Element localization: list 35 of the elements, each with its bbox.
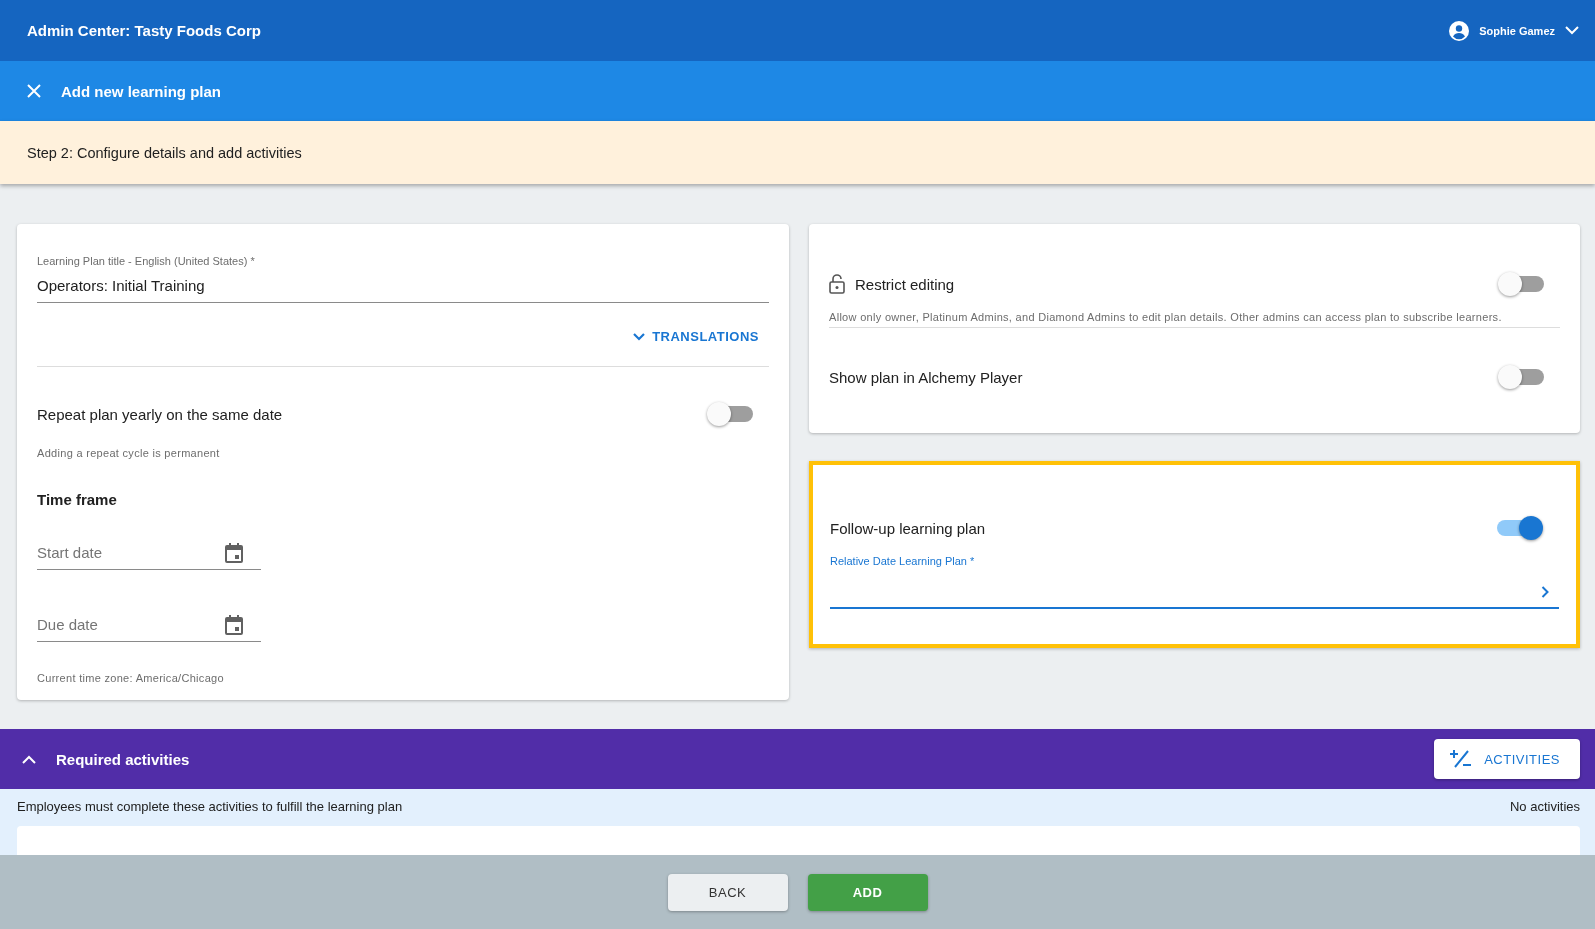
restrict-editing-label: Restrict editing xyxy=(855,275,955,293)
relative-date-plan-field[interactable]: Relative Date Learning Plan * xyxy=(830,555,1559,609)
calendar-icon[interactable] xyxy=(225,543,243,563)
translations-link[interactable]: TRANSLATIONS xyxy=(632,329,759,344)
add-button[interactable]: ADD xyxy=(807,873,928,911)
step-text: Step 2: Configure details and add activities xyxy=(27,144,302,161)
chevron-down-icon xyxy=(632,331,647,342)
timezone-text: Current time zone: America/Chicago xyxy=(37,672,225,684)
time-frame-heading: Time frame xyxy=(37,491,118,508)
show-plan-label: Show plan in Alchemy Player xyxy=(829,368,1023,386)
account-icon xyxy=(1449,20,1470,41)
calendar-icon[interactable] xyxy=(225,615,243,635)
chevron-up-icon[interactable] xyxy=(22,754,36,764)
restrict-editing-hint: Allow only owner, Platinum Admins, and Diamond Admins to edit plan details. Other admins can access plan to subscribe learners. xyxy=(829,311,1560,328)
chevron-down-icon xyxy=(1565,26,1579,35)
follow-up-label: Follow-up learning plan xyxy=(830,519,986,537)
toggle-switch[interactable] xyxy=(1498,271,1544,297)
lock-icon xyxy=(829,274,845,294)
user-menu[interactable]: Sophie Gamez xyxy=(1443,19,1585,42)
app-title: Admin Center: Tasty Foods Corp xyxy=(27,22,261,39)
repeat-hint: Adding a repeat cycle is permanent xyxy=(37,447,221,459)
activities-button[interactable]: ACTIVITIES xyxy=(1434,739,1580,779)
repeat-label: Repeat plan yearly on the same date xyxy=(37,405,283,423)
chevron-right-icon xyxy=(1541,586,1549,598)
activity-count: No activities xyxy=(1509,799,1580,814)
dialog-title: Add new learning plan xyxy=(61,82,221,100)
back-button[interactable]: BACK xyxy=(667,873,788,911)
close-icon[interactable] xyxy=(27,84,41,98)
plus-minus-icon xyxy=(1450,749,1473,769)
toggle-switch[interactable] xyxy=(1498,364,1544,390)
toggle-switch[interactable] xyxy=(707,401,753,427)
section-title: Required activities xyxy=(56,750,190,768)
activities-description: Employees must complete these activities to fulfill the learning plan xyxy=(17,799,403,814)
plan-title-field[interactable]: Learning Plan title - English (United States) * Operators: Initial Training xyxy=(37,255,769,303)
toggle-switch[interactable] xyxy=(1497,515,1543,541)
